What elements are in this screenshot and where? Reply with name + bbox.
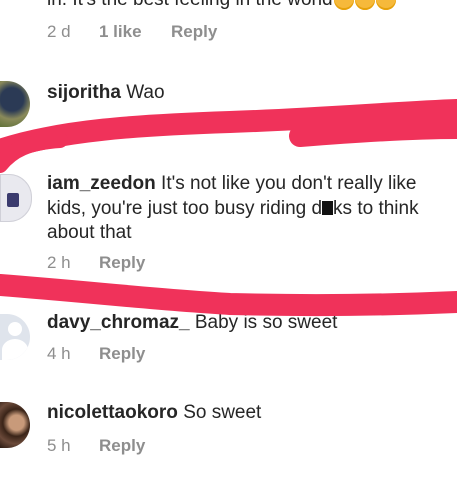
comment-time: 4 h [47, 344, 71, 363]
reply-button[interactable]: Reply [171, 22, 217, 42]
smiling-face-emoji-icon [375, 0, 396, 10]
comment-item: davy_chromaz_ Baby is so sweet 4 h Reply [0, 300, 457, 370]
comment-body: So sweet [183, 402, 262, 423]
comment-text: in. It's the best feeling in the world [47, 0, 447, 13]
reply-button[interactable]: Reply [99, 436, 145, 456]
comment-time: 2 d [47, 22, 71, 41]
comment-time: 2 h [47, 253, 71, 272]
comment-item: nicolettaokoro So sweet 5 h Reply [0, 396, 457, 466]
reply-button[interactable]: Reply [99, 253, 145, 273]
comment-item: sijoritha Wao [0, 76, 457, 127]
comment-meta: 2 d 1 like Reply [47, 22, 217, 42]
comment-item: in. It's the best feeling in the world 2… [0, 0, 457, 50]
comment-username[interactable]: nicolettaokoro [47, 402, 178, 423]
comment-text: nicolettaokoro So sweet [47, 401, 447, 426]
comment-text: iam_zeedon It's not like you don't reall… [47, 172, 447, 246]
avatar[interactable] [0, 81, 30, 127]
avatar[interactable] [0, 174, 32, 222]
comment-meta: 2 h Reply [47, 253, 145, 273]
comment-meta: 4 h Reply [47, 344, 145, 364]
smiling-face-emoji-icon [354, 0, 375, 10]
comment-item: iam_zeedon It's not like you don't reall… [0, 168, 457, 278]
comment-body: Wao [126, 82, 165, 103]
comment-body: in. It's the best feeling in the world [47, 0, 333, 10]
avatar[interactable] [0, 314, 30, 360]
redaction-block-icon [322, 200, 334, 215]
comment-text: davy_chromaz_ Baby is so sweet [47, 311, 447, 336]
comment-username[interactable]: davy_chromaz_ [47, 312, 190, 333]
comment-text: sijoritha Wao [47, 81, 447, 106]
comment-time: 5 h [47, 436, 71, 455]
likes-count[interactable]: 1 like [99, 22, 171, 42]
comment-username[interactable]: iam_zeedon [47, 173, 156, 194]
comment-body: Baby is so sweet [194, 312, 338, 333]
smiling-face-emoji-icon [333, 0, 354, 10]
comment-meta: 5 h Reply [47, 436, 145, 456]
avatar[interactable] [0, 402, 30, 448]
comment-username[interactable]: sijoritha [47, 82, 121, 103]
reply-button[interactable]: Reply [99, 344, 145, 364]
